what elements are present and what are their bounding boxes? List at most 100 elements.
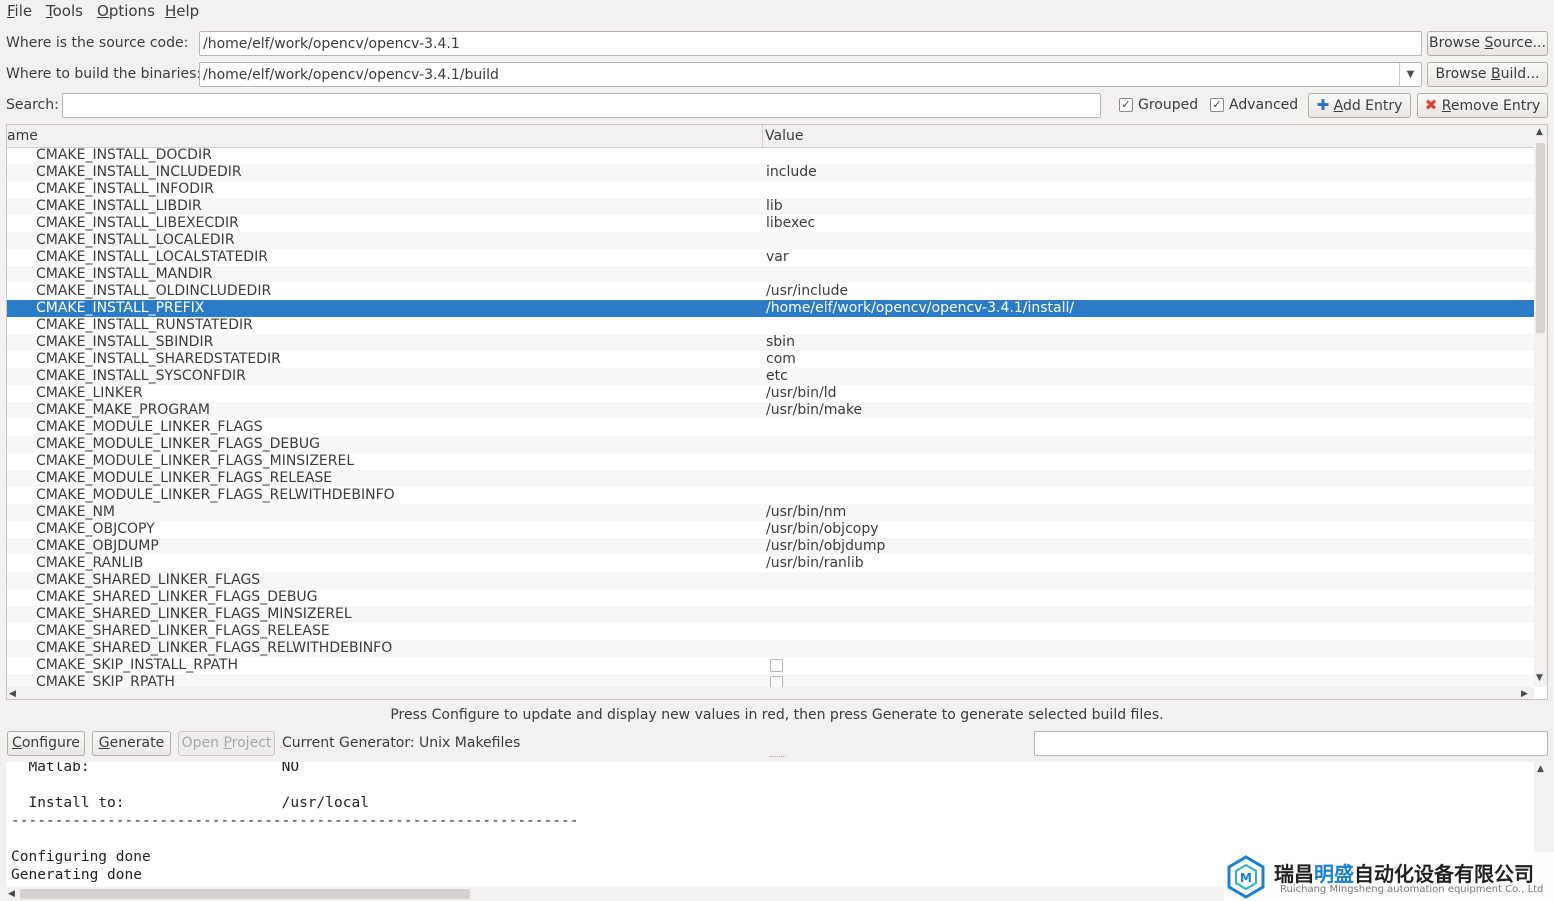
generate-button[interactable]: Generate bbox=[92, 731, 171, 756]
table-row[interactable]: CMAKE_INSTALL_SBINDIR sbin bbox=[7, 334, 1534, 351]
menu-options-label: ptions bbox=[108, 2, 155, 20]
table-row[interactable]: CMAKE_MODULE_LINKER_FLAGS_RELWITHDEBINFO bbox=[7, 487, 1534, 504]
chevron-down-icon[interactable]: ▼ bbox=[1399, 63, 1421, 86]
cell-value[interactable]: include bbox=[766, 164, 817, 181]
configure-button[interactable]: Configure bbox=[7, 731, 85, 756]
cell-value[interactable]: /home/elf/work/opencv/opencv-3.4.1/insta… bbox=[766, 300, 1074, 317]
menu-file-label: ile bbox=[14, 2, 33, 20]
cell-name: CMAKE_INSTALL_LIBDIR bbox=[36, 198, 202, 214]
table-row[interactable]: CMAKE_INSTALL_INCLUDEDIR include bbox=[7, 164, 1534, 181]
table-vscroll-thumb[interactable] bbox=[1536, 143, 1545, 333]
cell-value[interactable]: etc bbox=[766, 368, 788, 385]
output-filter-input[interactable] bbox=[1034, 731, 1548, 756]
table-row[interactable]: CMAKE_SHARED_LINKER_FLAGS bbox=[7, 572, 1534, 589]
advanced-checkbox[interactable]: ✓ bbox=[1210, 98, 1224, 112]
cell-value[interactable]: /usr/bin/objdump bbox=[766, 538, 885, 555]
table-row[interactable]: CMAKE_RANLIB/usr/bin/ranlib bbox=[7, 555, 1534, 572]
open-project-pre: Open bbox=[181, 735, 224, 751]
remove-entry-button[interactable]: ✖ Remove Entry bbox=[1417, 93, 1548, 118]
table-vertical-scrollbar[interactable]: ▲ ▼ bbox=[1534, 125, 1547, 687]
cell-value[interactable]: /usr/bin/ranlib bbox=[766, 555, 864, 572]
table-row[interactable]: CMAKE_NM/usr/bin/nm bbox=[7, 504, 1534, 521]
table-row[interactable]: CMAKE_INSTALL_DOCDIR bbox=[7, 147, 1534, 164]
splitter-handle[interactable] bbox=[770, 756, 786, 760]
table-row[interactable]: CMAKE_INSTALL_LIBDIR lib bbox=[7, 198, 1534, 215]
menu-file[interactable]: File bbox=[7, 2, 32, 20]
table-horizontal-scrollbar[interactable]: ◀ ▶ bbox=[7, 687, 1534, 699]
table-row[interactable]: CMAKE_INSTALL_SHAREDSTATEDIR com bbox=[7, 351, 1534, 368]
open-project-post: roject bbox=[231, 735, 272, 751]
menu-options[interactable]: Options bbox=[97, 2, 155, 20]
search-label: Search: bbox=[6, 97, 59, 113]
table-row[interactable]: CMAKE_MODULE_LINKER_FLAGS bbox=[7, 419, 1534, 436]
cell-name: CMAKE_LINKER bbox=[36, 385, 143, 401]
header-separator[interactable] bbox=[762, 125, 763, 147]
table-row[interactable]: CMAKE_SHARED_LINKER_FLAGS_RELWITHDEBINFO bbox=[7, 640, 1534, 657]
table-row[interactable]: CMAKE_INSTALL_SYSCONFDIR etc bbox=[7, 368, 1534, 385]
scroll-left-arrow-icon[interactable]: ◀ bbox=[9, 689, 16, 699]
browse-build-button[interactable]: Browse Build... bbox=[1427, 62, 1548, 87]
table-row[interactable]: CMAKE_SKIP_INSTALL_RPATH bbox=[7, 657, 1534, 674]
column-header-name[interactable]: ame bbox=[7, 128, 38, 144]
table-row[interactable]: CMAKE_SHARED_LINKER_FLAGS_DEBUG bbox=[7, 589, 1534, 606]
table-row[interactable]: CMAKE_MODULE_LINKER_FLAGS_DEBUG bbox=[7, 436, 1534, 453]
table-row[interactable]: CMAKE_OBJDUMP/usr/bin/objdump bbox=[7, 538, 1534, 555]
watermark-cn-post: 自动化设备有限公司 bbox=[1354, 862, 1534, 886]
cell-value[interactable]: com bbox=[766, 351, 796, 368]
cell-value[interactable]: /usr/include bbox=[766, 283, 848, 300]
current-generator-label: Current Generator: Unix Makefiles bbox=[282, 735, 521, 751]
cache-table: ame Value CMAKE_INSTALL_DOCDIR CMAKE_INST… bbox=[6, 124, 1548, 700]
cell-value[interactable]: var bbox=[766, 249, 789, 266]
scroll-right-arrow-icon[interactable]: ▶ bbox=[1521, 689, 1528, 699]
plus-icon: ✚ bbox=[1316, 96, 1330, 114]
source-label: Where is the source code: bbox=[6, 35, 189, 51]
scroll-up-arrow-icon[interactable]: ▲ bbox=[1536, 127, 1543, 137]
cell-checkbox[interactable] bbox=[770, 659, 783, 672]
cell-value[interactable]: libexec bbox=[766, 215, 815, 232]
search-input[interactable] bbox=[62, 93, 1101, 118]
cell-name: CMAKE_INSTALL_MANDIR bbox=[36, 266, 213, 282]
generate-label: enerate bbox=[109, 735, 165, 751]
table-row[interactable]: CMAKE_INSTALL_PREFIX/home/elf/work/openc… bbox=[7, 300, 1534, 317]
table-row[interactable]: CMAKE_OBJCOPY/usr/bin/objcopy bbox=[7, 521, 1534, 538]
cell-name: CMAKE_MODULE_LINKER_FLAGS_RELEASE bbox=[36, 470, 333, 486]
table-row[interactable]: CMAKE_SHARED_LINKER_FLAGS_MINSIZEREL bbox=[7, 606, 1534, 623]
log-scroll-left-arrow-icon[interactable]: ◀ bbox=[8, 889, 15, 899]
menu-help[interactable]: Help bbox=[165, 2, 199, 20]
cell-value[interactable]: /usr/bin/make bbox=[766, 402, 862, 419]
table-row[interactable]: CMAKE_LINKER/usr/bin/ld bbox=[7, 385, 1534, 402]
table-row[interactable]: CMAKE_MAKE_PROGRAM/usr/bin/make bbox=[7, 402, 1534, 419]
cell-name: CMAKE_OBJCOPY bbox=[36, 521, 155, 537]
table-row[interactable]: CMAKE_SKIP_RPATH bbox=[7, 674, 1534, 687]
table-row[interactable]: CMAKE_MODULE_LINKER_FLAGS_MINSIZEREL bbox=[7, 453, 1534, 470]
hexagon-logo-icon: M bbox=[1227, 855, 1265, 899]
source-path-input[interactable]: /home/elf/work/opencv/opencv-3.4.1 bbox=[199, 31, 1422, 56]
table-row[interactable]: CMAKE_INSTALL_MANDIR bbox=[7, 266, 1534, 283]
open-project-button[interactable]: Open Project bbox=[178, 731, 275, 756]
grouped-checkbox[interactable]: ✓ bbox=[1119, 98, 1133, 112]
table-row[interactable]: CMAKE_INSTALL_LOCALSTATEDIR var bbox=[7, 249, 1534, 266]
browse-source-button[interactable]: Browse Source... bbox=[1427, 31, 1548, 56]
table-row[interactable]: CMAKE_INSTALL_OLDINCLUDEDIR/usr/include bbox=[7, 283, 1534, 300]
column-header-value[interactable]: Value bbox=[765, 128, 803, 144]
build-path-combobox[interactable]: /home/elf/work/opencv/opencv-3.4.1/build… bbox=[199, 62, 1422, 87]
menu-file-mnemonic: F bbox=[7, 2, 15, 20]
log-hscroll-thumb[interactable] bbox=[20, 889, 470, 899]
cell-value[interactable]: sbin bbox=[766, 334, 795, 351]
cell-value[interactable]: /usr/bin/nm bbox=[766, 504, 846, 521]
menu-tools[interactable]: Tools bbox=[46, 2, 83, 20]
table-row[interactable]: CMAKE_INSTALL_INFODIR bbox=[7, 181, 1534, 198]
cell-value[interactable]: /usr/bin/objcopy bbox=[766, 521, 879, 538]
scroll-down-arrow-icon[interactable]: ▼ bbox=[1536, 673, 1543, 683]
cell-value[interactable]: /usr/bin/ld bbox=[766, 385, 837, 402]
cell-name: CMAKE_INSTALL_LIBEXECDIR bbox=[36, 215, 239, 231]
table-row[interactable]: CMAKE_INSTALL_RUNSTATEDIR bbox=[7, 317, 1534, 334]
table-row[interactable]: CMAKE_INSTALL_LIBEXECDIR libexec bbox=[7, 215, 1534, 232]
table-row[interactable]: CMAKE_SHARED_LINKER_FLAGS_RELEASE bbox=[7, 623, 1534, 640]
add-entry-button[interactable]: ✚ Add Entry bbox=[1308, 93, 1411, 118]
table-row[interactable]: CMAKE_INSTALL_LOCALEDIR bbox=[7, 232, 1534, 249]
table-row[interactable]: CMAKE_MODULE_LINKER_FLAGS_RELEASE bbox=[7, 470, 1534, 487]
log-scroll-up-arrow-icon[interactable]: ▲ bbox=[1537, 764, 1544, 774]
cell-checkbox[interactable] bbox=[770, 676, 783, 687]
cell-value[interactable]: lib bbox=[766, 198, 783, 215]
